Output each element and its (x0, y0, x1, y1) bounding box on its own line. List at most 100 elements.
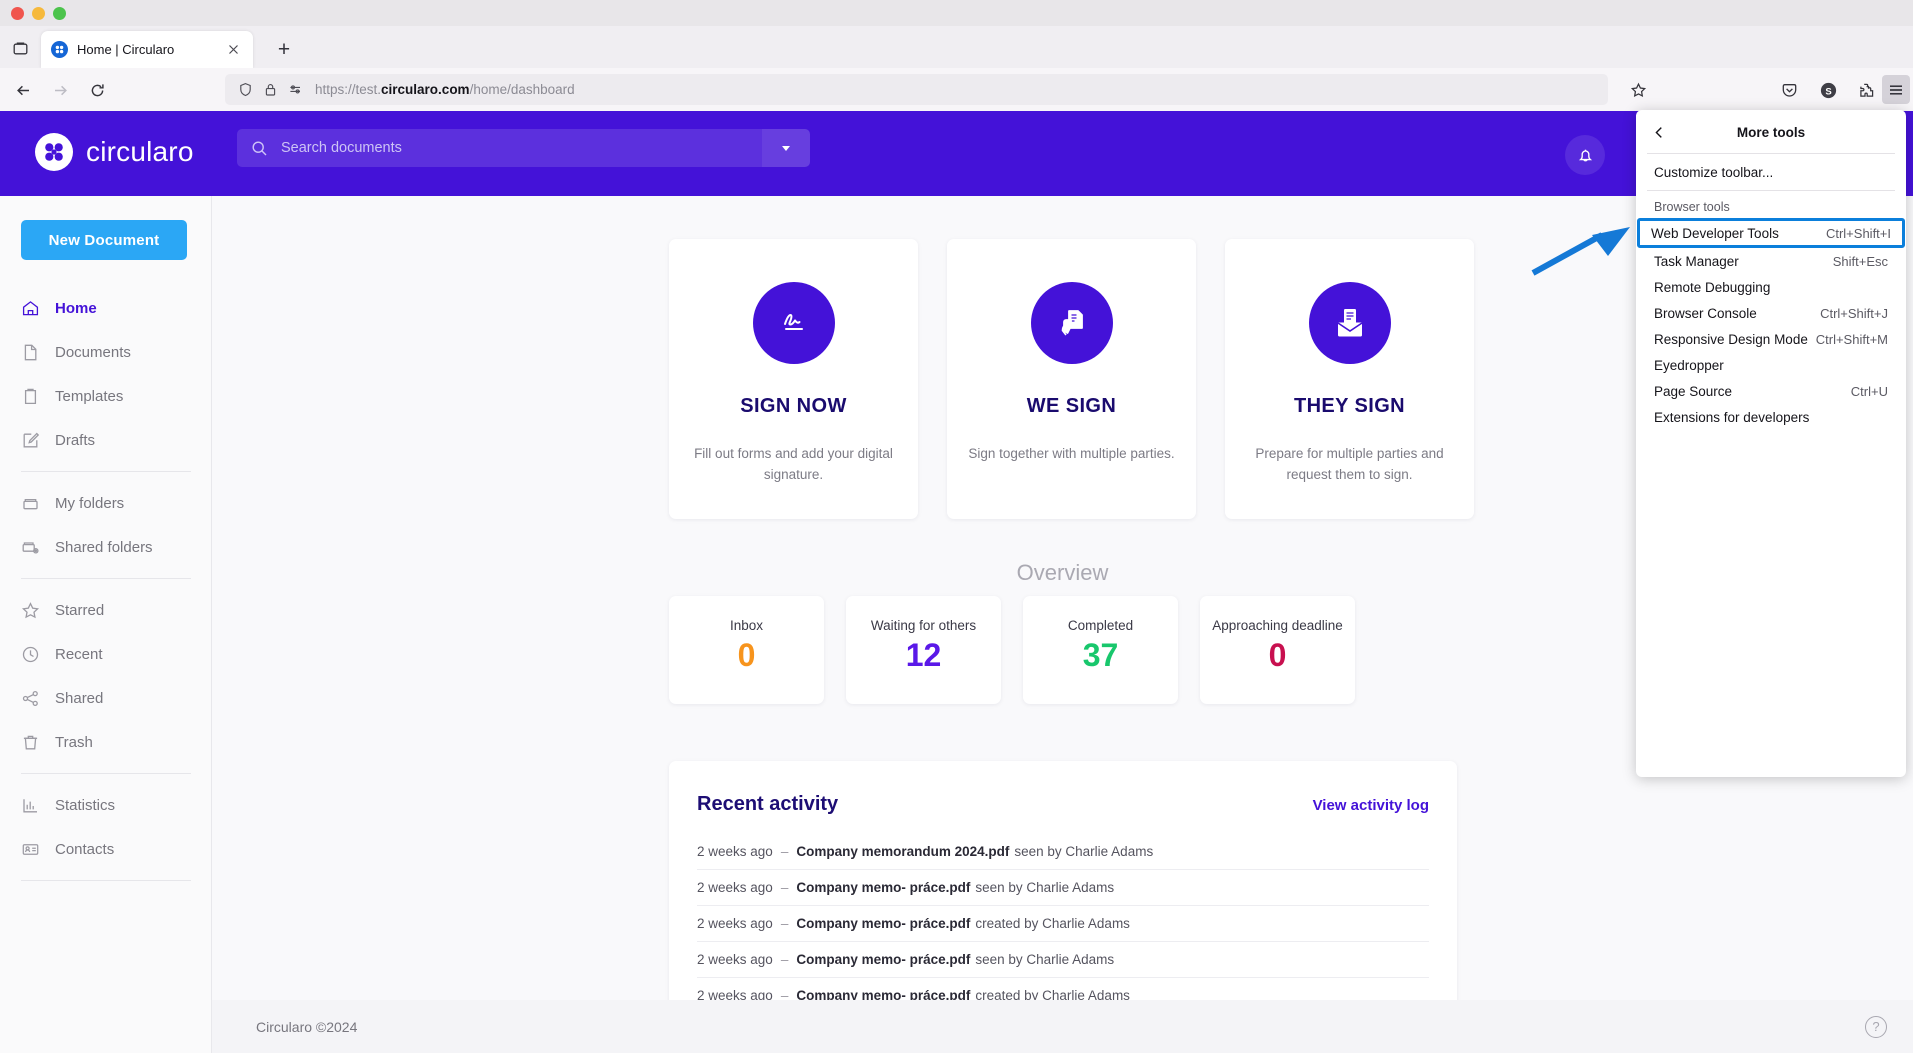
maximize-window-icon[interactable] (53, 7, 66, 20)
close-window-icon[interactable] (11, 7, 24, 20)
stat-value: 37 (1083, 639, 1119, 671)
back-icon[interactable] (10, 77, 36, 103)
activity-file[interactable]: Company memo- práce.pdf (796, 952, 970, 967)
sidebar-item-shared-folders[interactable]: Shared folders (0, 525, 212, 569)
activity-dash: – (781, 916, 789, 931)
brand-logo[interactable]: circularo (35, 133, 194, 171)
activity-time: 2 weeks ago (697, 880, 773, 895)
close-tab-icon[interactable] (223, 40, 243, 60)
lock-icon[interactable] (258, 82, 283, 97)
stat-value: 0 (1269, 639, 1287, 671)
sidebar-item-trash[interactable]: Trash (0, 720, 212, 764)
extensions-icon[interactable] (1852, 76, 1880, 104)
search-filter-dropdown-icon[interactable] (762, 129, 810, 167)
action-card-sign-now[interactable]: SIGN NOW Fill out forms and add your dig… (669, 239, 918, 519)
app-footer: Circularo ©2024 ? (212, 1000, 1913, 1053)
menu-item-web-developer-tools[interactable]: Web Developer Tools Ctrl+Shift+I (1637, 218, 1905, 248)
stat-card-completed[interactable]: Completed 37 (1023, 596, 1178, 704)
menu-item-browser-console[interactable]: Browser Console Ctrl+Shift+J (1640, 300, 1902, 326)
stat-card-waiting-for-others[interactable]: Waiting for others 12 (846, 596, 1001, 704)
reload-icon[interactable] (84, 77, 110, 103)
contact-card-icon (21, 840, 55, 859)
search-input[interactable] (281, 140, 762, 156)
draft-pencil-icon (21, 431, 55, 450)
sidebar-item-statistics[interactable]: Statistics (0, 783, 212, 827)
sidebar-item-home[interactable]: Home (0, 286, 212, 330)
notifications-button[interactable] (1565, 135, 1605, 175)
menu-item-eyedropper[interactable]: Eyedropper (1640, 352, 1902, 378)
browser-tab[interactable]: Home | Circularo (41, 31, 253, 68)
forward-icon[interactable] (47, 77, 73, 103)
search-bar[interactable] (237, 129, 810, 167)
menu-item-customize-toolbar[interactable]: Customize toolbar... (1640, 159, 1902, 185)
new-document-button[interactable]: New Document (21, 220, 187, 260)
pocket-icon[interactable] (1775, 76, 1803, 104)
action-card-they-sign[interactable]: THEY SIGN Prepare for multiple parties a… (1225, 239, 1474, 519)
help-icon[interactable]: ? (1865, 1016, 1887, 1038)
sidebar-item-documents[interactable]: Documents (0, 330, 212, 374)
new-tab-icon[interactable]: + (272, 37, 296, 61)
bar-chart-icon (21, 796, 55, 815)
activity-row[interactable]: 2 weeks ago – Company memo- práce.pdf se… (697, 942, 1429, 978)
minimize-window-icon[interactable] (32, 7, 45, 20)
activity-dash: – (781, 844, 789, 859)
sidebar: New Document Home Documents Templates (0, 196, 212, 1053)
sidebar-item-label: Drafts (55, 432, 95, 449)
sidebar-item-label: Recent (55, 646, 103, 663)
stat-card-inbox[interactable]: Inbox 0 (669, 596, 824, 704)
menu-item-label: Web Developer Tools (1651, 226, 1779, 241)
card-title: THEY SIGN (1294, 395, 1405, 418)
action-card-we-sign[interactable]: WE SIGN Sign together with multiple part… (947, 239, 1196, 519)
sidebar-item-contacts[interactable]: Contacts (0, 827, 212, 871)
menu-item-label: Remote Debugging (1654, 280, 1770, 295)
menu-item-page-source[interactable]: Page Source Ctrl+U (1640, 378, 1902, 404)
activity-time: 2 weeks ago (697, 844, 773, 859)
sidebar-item-drafts[interactable]: Drafts (0, 418, 212, 462)
permissions-icon[interactable] (283, 82, 308, 97)
folder-icon (21, 494, 55, 513)
shield-icon[interactable] (233, 82, 258, 97)
sidebar-item-my-folders[interactable]: My folders (0, 481, 212, 525)
more-tools-menu-panel: More tools Customize toolbar... Browser … (1636, 110, 1906, 777)
browser-tabbar: Home | Circularo + (0, 26, 1913, 68)
menu-item-shortcut: Ctrl+Shift+J (1820, 306, 1888, 321)
menu-item-responsive-design-mode[interactable]: Responsive Design Mode Ctrl+Shift+M (1640, 326, 1902, 352)
tab-title: Home | Circularo (77, 42, 223, 57)
sidebar-item-recent[interactable]: Recent (0, 632, 212, 676)
bookmark-star-icon[interactable] (1625, 77, 1651, 103)
brand-name: circularo (86, 136, 194, 168)
sidebar-item-starred[interactable]: Starred (0, 588, 212, 632)
hamburger-menu-icon[interactable] (1882, 75, 1910, 104)
back-chevron-icon[interactable] (1644, 118, 1674, 146)
activity-row[interactable]: 2 weeks ago – Company memorandum 2024.pd… (697, 834, 1429, 870)
activity-file[interactable]: Company memo- práce.pdf (796, 916, 970, 931)
sidebar-divider (21, 880, 191, 881)
sidebar-item-templates[interactable]: Templates (0, 374, 212, 418)
recent-activity-title: Recent activity (697, 793, 838, 816)
sidebar-item-label: Trash (55, 734, 93, 751)
trash-icon (21, 733, 55, 752)
sidebar-item-shared[interactable]: Shared (0, 676, 212, 720)
shared-folder-icon (21, 538, 55, 557)
activity-file[interactable]: Company memo- práce.pdf (796, 880, 970, 895)
activity-time: 2 weeks ago (697, 916, 773, 931)
menu-item-label: Page Source (1654, 384, 1732, 399)
menu-item-extensions-for-developers[interactable]: Extensions for developers (1640, 404, 1902, 430)
sidebar-nav: Home Documents Templates Drafts (0, 286, 212, 890)
card-title: SIGN NOW (740, 395, 847, 418)
activity-row[interactable]: 2 weeks ago – Company memo- práce.pdf se… (697, 870, 1429, 906)
activity-file[interactable]: Company memorandum 2024.pdf (796, 844, 1009, 859)
view-activity-log-link[interactable]: View activity log (1313, 797, 1429, 814)
menu-item-remote-debugging[interactable]: Remote Debugging (1640, 274, 1902, 300)
list-all-tabs-icon[interactable] (7, 35, 33, 61)
activity-dash: – (781, 880, 789, 895)
activity-row[interactable]: 2 weeks ago – Company memo- práce.pdf cr… (697, 906, 1429, 942)
activity-action: seen by Charlie Adams (975, 952, 1114, 967)
url-bar[interactable]: https://test.circularo.com/home/dashboar… (225, 74, 1608, 105)
menu-item-task-manager[interactable]: Task Manager Shift+Esc (1640, 248, 1902, 274)
activity-action: seen by Charlie Adams (975, 880, 1114, 895)
action-cards-row: SIGN NOW Fill out forms and add your dig… (669, 239, 1474, 519)
account-icon[interactable]: S (1814, 76, 1842, 104)
menu-group-label: Browser tools (1640, 196, 1902, 218)
stat-card-approaching-deadline[interactable]: Approaching deadline 0 (1200, 596, 1355, 704)
